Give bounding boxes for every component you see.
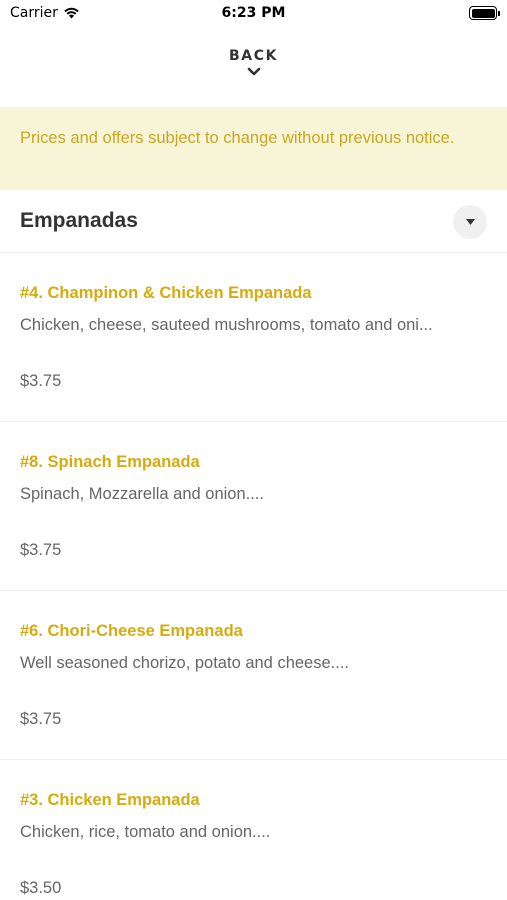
menu-item-description: Spinach, Mozzarella and onion.... bbox=[20, 485, 264, 503]
menu-item-name: #8. Spinach Empanada bbox=[20, 453, 200, 471]
back-label: BACK bbox=[228, 48, 279, 64]
menu-item[interactable]: #3. Chicken Empanada Chicken, rice, toma… bbox=[0, 760, 507, 900]
category-title: Empanadas bbox=[20, 209, 138, 232]
menu-item-description: Chicken, cheese, sauteed mushrooms, toma… bbox=[20, 316, 433, 334]
category-toggle-button[interactable] bbox=[453, 205, 487, 239]
category-header[interactable]: Empanadas bbox=[0, 190, 507, 253]
caret-down-icon bbox=[465, 219, 475, 225]
menu-item-price: $3.75 bbox=[20, 372, 62, 390]
menu-item-name: #4. Champinon & Chicken Empanada bbox=[20, 284, 312, 302]
menu-item-description: Chicken, rice, tomato and onion.... bbox=[20, 823, 271, 841]
price-notice-text: Prices and offers subject to change with… bbox=[20, 129, 455, 147]
clock: 6:23 PM bbox=[221, 5, 286, 21]
menu-item-list: #4. Champinon & Chicken Empanada Chicken… bbox=[0, 253, 507, 900]
menu-item-description: Well seasoned chorizo, potato and cheese… bbox=[20, 654, 349, 672]
menu-item[interactable]: #4. Champinon & Chicken Empanada Chicken… bbox=[0, 253, 507, 422]
menu-item-price: $3.50 bbox=[20, 879, 62, 897]
status-bar: Carrier 6:23 PM bbox=[0, 0, 507, 30]
menu-item[interactable]: #8. Spinach Empanada Spinach, Mozzarella… bbox=[0, 422, 507, 591]
chevron-down-icon bbox=[247, 67, 260, 76]
back-button[interactable]: BACK bbox=[0, 44, 507, 94]
menu-item-name: #6. Chori-Cheese Empanada bbox=[20, 622, 243, 640]
price-notice-banner: Prices and offers subject to change with… bbox=[0, 107, 507, 190]
menu-item-price: $3.75 bbox=[20, 710, 62, 728]
battery-icon bbox=[469, 6, 500, 20]
menu-item[interactable]: #6. Chori-Cheese Empanada Well seasoned … bbox=[0, 591, 507, 760]
menu-item-name: #3. Chicken Empanada bbox=[20, 791, 200, 809]
menu-item-price: $3.75 bbox=[20, 541, 62, 559]
